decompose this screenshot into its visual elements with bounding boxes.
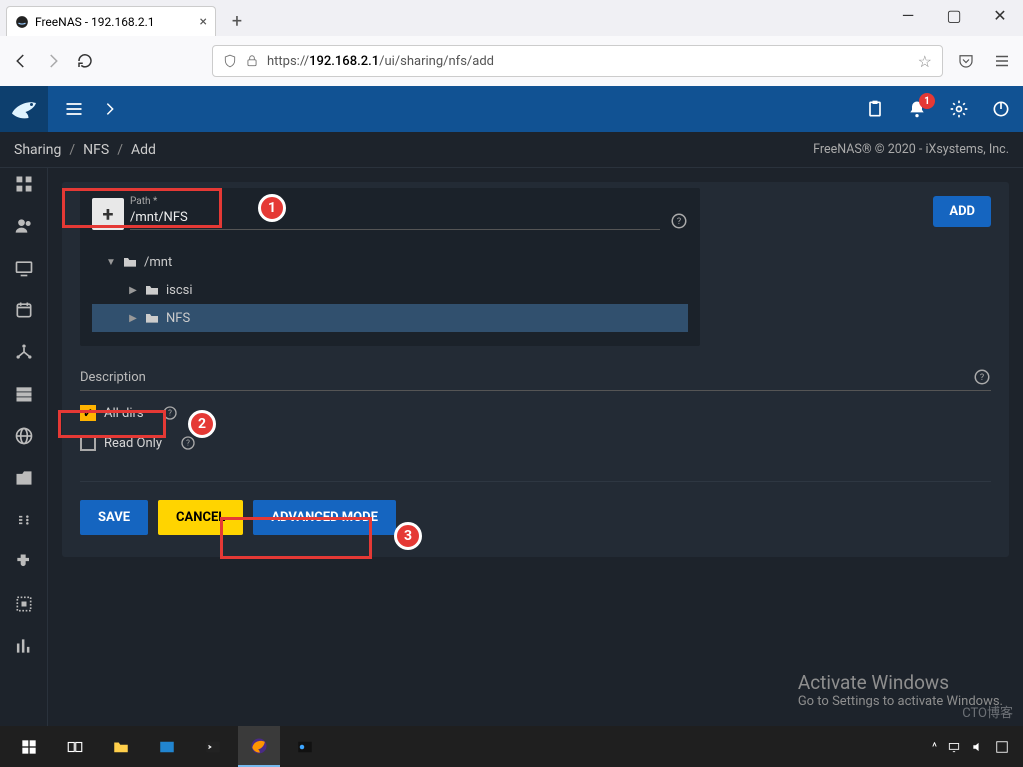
notifications-icon[interactable]: 1 (907, 99, 927, 119)
settings-gear-icon[interactable] (949, 99, 969, 119)
topbar: 1 (0, 86, 1023, 132)
folder-icon (144, 282, 160, 298)
nav-dashboard-icon[interactable] (14, 174, 34, 194)
read-only-row: Read Only ? (80, 435, 991, 451)
form-panel: ADD + Path * ? ▼ /mnt (62, 182, 1009, 557)
tree-node-iscsi[interactable]: ▶ iscsi (92, 276, 688, 304)
tab-favicon-icon (15, 15, 29, 29)
nav-reporting-icon[interactable] (14, 636, 34, 656)
nav-services-icon[interactable] (14, 510, 34, 530)
tab-title: FreeNAS - 192.168.2.1 (35, 15, 155, 29)
tab-close-icon[interactable]: × (200, 14, 207, 30)
description-label[interactable]: Description ? (80, 368, 991, 391)
pocket-icon[interactable] (957, 52, 975, 70)
breadcrumb-sharing[interactable]: Sharing (14, 142, 61, 158)
file-explorer-icon[interactable] (100, 726, 142, 767)
app-menu-icon[interactable] (993, 52, 1011, 70)
copyright-text: FreeNAS® © 2020 - iXsystems, Inc. (813, 142, 1009, 157)
notification-badge: 1 (919, 93, 935, 109)
tree-node-mnt[interactable]: ▼ /mnt (92, 248, 688, 276)
brand-logo[interactable] (0, 86, 48, 132)
nav-directory-icon[interactable] (14, 426, 34, 446)
path-help-icon[interactable]: ? (670, 212, 688, 230)
browser-tab[interactable]: FreeNAS - 192.168.2.1 × (6, 6, 216, 36)
folder-tree: ▼ /mnt ▶ iscsi ▶ NFS (92, 248, 688, 332)
url-text: https://192.168.2.1/ui/sharing/nfs/add (267, 54, 494, 69)
nav-back-icon[interactable] (12, 52, 30, 70)
nav-jails-icon[interactable] (14, 594, 34, 614)
nav-tasks-icon[interactable] (14, 300, 34, 320)
shield-icon (223, 54, 237, 68)
window-maximize-button[interactable]: ▢ (931, 0, 977, 30)
new-tab-button[interactable]: + (222, 6, 252, 36)
description-help-icon[interactable]: ? (973, 368, 991, 386)
tray-volume-icon[interactable] (971, 740, 985, 754)
terminal-icon[interactable] (192, 726, 234, 767)
all-dirs-help-icon[interactable]: ? (162, 405, 178, 421)
path-tree-box: + Path * ? ▼ /mnt (80, 188, 700, 346)
breadcrumb-add: Add (131, 142, 156, 158)
breadcrumb-sep: / (117, 142, 123, 158)
button-row: SAVE CANCEL ADVANCED MODE (80, 481, 991, 535)
start-button[interactable] (8, 726, 50, 767)
svg-text:?: ? (677, 217, 681, 227)
tray-network-icon[interactable] (947, 740, 961, 754)
breadcrumb-nfs[interactable]: NFS (83, 142, 109, 158)
path-input[interactable] (130, 204, 660, 230)
breadcrumb-forward-icon[interactable] (102, 101, 118, 117)
svg-text:?: ? (980, 373, 984, 383)
nav-reload-icon[interactable] (76, 52, 94, 70)
all-dirs-row: ✓ All dirs ? (80, 405, 991, 421)
tray-chevron-icon[interactable]: ^ (932, 740, 937, 754)
save-button[interactable]: SAVE (80, 500, 148, 535)
svg-text:?: ? (186, 439, 190, 448)
breadcrumb-sep: / (69, 142, 75, 158)
clipboard-icon[interactable] (865, 99, 885, 119)
nav-sharing-icon[interactable] (14, 468, 34, 488)
freenas-app: 1 Sharing / NFS / Add FreeNAS® © 2020 - … (0, 86, 1023, 726)
power-icon[interactable] (991, 99, 1011, 119)
read-only-label: Read Only (104, 436, 162, 451)
add-button[interactable]: ADD (933, 196, 991, 227)
window-close-button[interactable]: ✕ (977, 0, 1023, 30)
nav-forward-icon (44, 52, 62, 70)
taskbar-app-icon[interactable] (146, 726, 188, 767)
breadcrumb-row: Sharing / NFS / Add FreeNAS® © 2020 - iX… (0, 132, 1023, 168)
read-only-checkbox[interactable] (80, 435, 96, 451)
tree-node-nfs[interactable]: ▶ NFS (92, 304, 688, 332)
windows-taskbar: ^ (0, 726, 1023, 767)
bookmark-star-icon[interactable]: ☆ (918, 52, 932, 71)
path-add-icon[interactable]: + (92, 198, 124, 230)
tray-ime-icon[interactable] (995, 740, 1009, 754)
nav-storage-icon[interactable] (14, 384, 34, 404)
tab-strip: FreeNAS - 192.168.2.1 × + (0, 0, 1023, 36)
system-tray[interactable]: ^ (932, 740, 1015, 754)
window-minimize-button[interactable]: — (885, 0, 931, 30)
path-label: Path * (130, 196, 157, 207)
folder-icon (122, 254, 138, 270)
read-only-help-icon[interactable]: ? (180, 435, 196, 451)
mobaxterm-icon[interactable] (284, 726, 326, 767)
folder-icon (144, 310, 160, 326)
task-view-icon[interactable] (54, 726, 96, 767)
all-dirs-label: All dirs (104, 406, 144, 421)
nav-plugins-icon[interactable] (14, 552, 34, 572)
nav-network-icon[interactable] (14, 342, 34, 362)
lock-icon (245, 54, 259, 68)
menu-toggle-icon[interactable] (64, 99, 84, 119)
main-content: ADD + Path * ? ▼ /mnt (48, 168, 1023, 726)
browser-chrome: FreeNAS - 192.168.2.1 × + — ▢ ✕ https://… (0, 0, 1023, 86)
advanced-mode-button[interactable]: ADVANCED MODE (253, 500, 396, 535)
window-controls: — ▢ ✕ (885, 0, 1023, 30)
svg-text:?: ? (168, 409, 172, 418)
all-dirs-checkbox[interactable]: ✓ (80, 405, 96, 421)
url-box[interactable]: https://192.168.2.1/ui/sharing/nfs/add ☆ (212, 45, 943, 77)
cancel-button[interactable]: CANCEL (158, 500, 243, 535)
firefox-icon[interactable] (238, 726, 280, 767)
nav-system-icon[interactable] (14, 258, 34, 278)
nav-accounts-icon[interactable] (14, 216, 34, 236)
side-nav (0, 168, 48, 726)
address-bar: https://192.168.2.1/ui/sharing/nfs/add ☆ (0, 36, 1023, 86)
